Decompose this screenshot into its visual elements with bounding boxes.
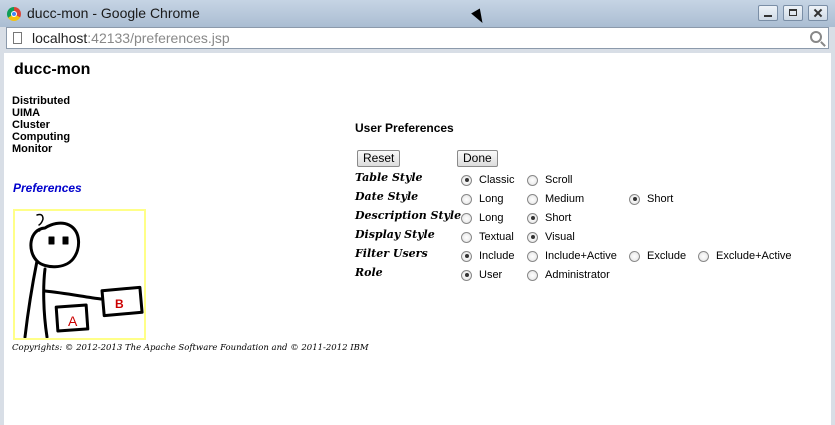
logo-letter-a: A (68, 313, 78, 329)
radio-button[interactable] (461, 269, 472, 281)
option-label: Scroll (545, 174, 573, 186)
date-style-label: Date Style (355, 190, 419, 203)
date-style-short-option[interactable]: Short (629, 192, 673, 206)
option-label: Visual (545, 231, 575, 243)
minimize-button[interactable] (758, 5, 778, 21)
date-style-long-option[interactable]: Long (461, 192, 503, 206)
radio-button[interactable] (527, 250, 538, 262)
filter-users-include-active-option[interactable]: Include+Active (527, 249, 617, 263)
radio-button[interactable] (527, 193, 538, 205)
reset-button[interactable]: Reset (357, 150, 401, 167)
close-window-button[interactable] (808, 5, 828, 21)
radio-button[interactable] (461, 193, 472, 205)
window-titlebar: ducc-mon - Google Chrome (0, 0, 835, 28)
radio-button[interactable] (461, 212, 472, 224)
table-style-scroll-option[interactable]: Scroll (527, 173, 573, 187)
option-label: Long (479, 193, 504, 205)
toolbar: localhost:42133/preferences.jsp (0, 27, 835, 53)
role-user-option[interactable]: User (461, 268, 502, 282)
maximize-button[interactable] (783, 5, 803, 21)
date-style-medium-option[interactable]: Medium (527, 192, 584, 206)
option-label: Textual (479, 231, 514, 243)
option-label: Classic (479, 174, 515, 186)
radio-button[interactable] (527, 174, 538, 186)
chrome-icon (7, 7, 21, 21)
radio-button[interactable] (527, 269, 538, 281)
address-bar[interactable]: localhost:42133/preferences.jsp (6, 27, 829, 49)
display-style-visual-option[interactable]: Visual (527, 230, 575, 244)
subtitle-line: Monitor (12, 143, 53, 155)
radio-button[interactable] (698, 250, 709, 262)
filter-users-label: Filter Users (355, 247, 428, 260)
subtitle-line: Computing (12, 131, 71, 143)
logo-drawing-icon: A B (23, 213, 144, 339)
radio-button[interactable] (461, 231, 472, 243)
radio-button[interactable] (461, 250, 472, 262)
done-button[interactable]: Done (457, 150, 498, 167)
page-icon (13, 32, 22, 44)
search-icon[interactable] (810, 31, 822, 43)
app-title: ducc-mon (14, 61, 91, 78)
subtitle-line: UIMA (12, 107, 41, 119)
filter-users-exclude-option[interactable]: Exclude (629, 249, 686, 263)
option-label: Long (479, 212, 504, 224)
display-style-label: Display Style (355, 228, 435, 241)
option-label: Medium (545, 193, 585, 205)
radio-button[interactable] (629, 250, 640, 262)
logo-letter-b: B (115, 297, 124, 311)
option-label: Include+Active (545, 250, 617, 262)
copyright-text: Copyrights: © 2012-2013 The Apache Softw… (12, 343, 369, 353)
url-host: localhost (32, 30, 88, 46)
role-label: Role (355, 266, 383, 279)
address-url[interactable]: localhost:42133/preferences.jsp (32, 30, 230, 46)
page-content: ducc-mon Distributed UIMA Cluster Comput… (0, 53, 835, 425)
description-style-long-option[interactable]: Long (461, 211, 503, 225)
app-subtitle: Distributed UIMA Cluster Computing Monit… (12, 95, 70, 155)
option-label: Include (479, 250, 515, 262)
table-style-label: Table Style (355, 171, 423, 184)
subtitle-line: Distributed (12, 95, 71, 107)
url-path: :42133/preferences.jsp (87, 30, 230, 46)
mouse-cursor-icon (471, 8, 487, 26)
filter-users-include-option[interactable]: Include (461, 249, 514, 263)
radio-button[interactable] (461, 174, 472, 186)
option-label: Short (647, 193, 674, 205)
radio-button[interactable] (527, 212, 538, 224)
description-style-label: Description Style (355, 209, 462, 222)
user-preferences-title: User Preferences (355, 121, 454, 135)
option-label: Exclude+Active (716, 250, 792, 262)
option-label: User (479, 269, 503, 281)
description-style-short-option[interactable]: Short (527, 211, 571, 225)
radio-button[interactable] (629, 193, 640, 205)
option-label: Short (545, 212, 572, 224)
subtitle-line: Cluster (12, 119, 50, 131)
filter-users-exclude-active-option[interactable]: Exclude+Active (698, 249, 792, 263)
window-title: ducc-mon - Google Chrome (27, 5, 200, 21)
radio-button[interactable] (527, 231, 538, 243)
ducc-logo: A B (13, 209, 146, 340)
role-administrator-option[interactable]: Administrator (527, 268, 610, 282)
preferences-link[interactable]: Preferences (13, 181, 82, 195)
display-style-textual-option[interactable]: Textual (461, 230, 514, 244)
table-style-classic-option[interactable]: Classic (461, 173, 514, 187)
option-label: Administrator (545, 269, 610, 281)
option-label: Exclude (647, 250, 687, 262)
